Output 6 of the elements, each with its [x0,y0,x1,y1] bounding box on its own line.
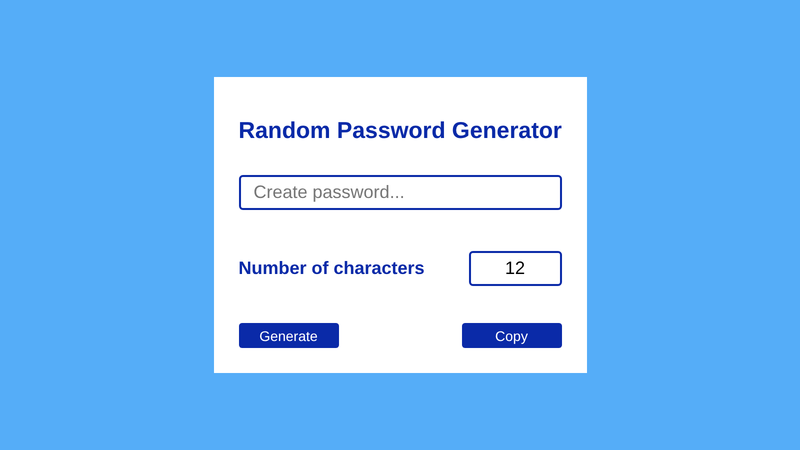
length-field[interactable]: 12 [468,251,562,286]
generate-button[interactable]: Generate [238,323,338,348]
copy-button[interactable]: Copy [462,323,562,348]
app-title: Random Password Generator [238,116,562,145]
password-field[interactable]: Create password... [238,175,562,210]
length-label: Number of characters [238,258,425,279]
